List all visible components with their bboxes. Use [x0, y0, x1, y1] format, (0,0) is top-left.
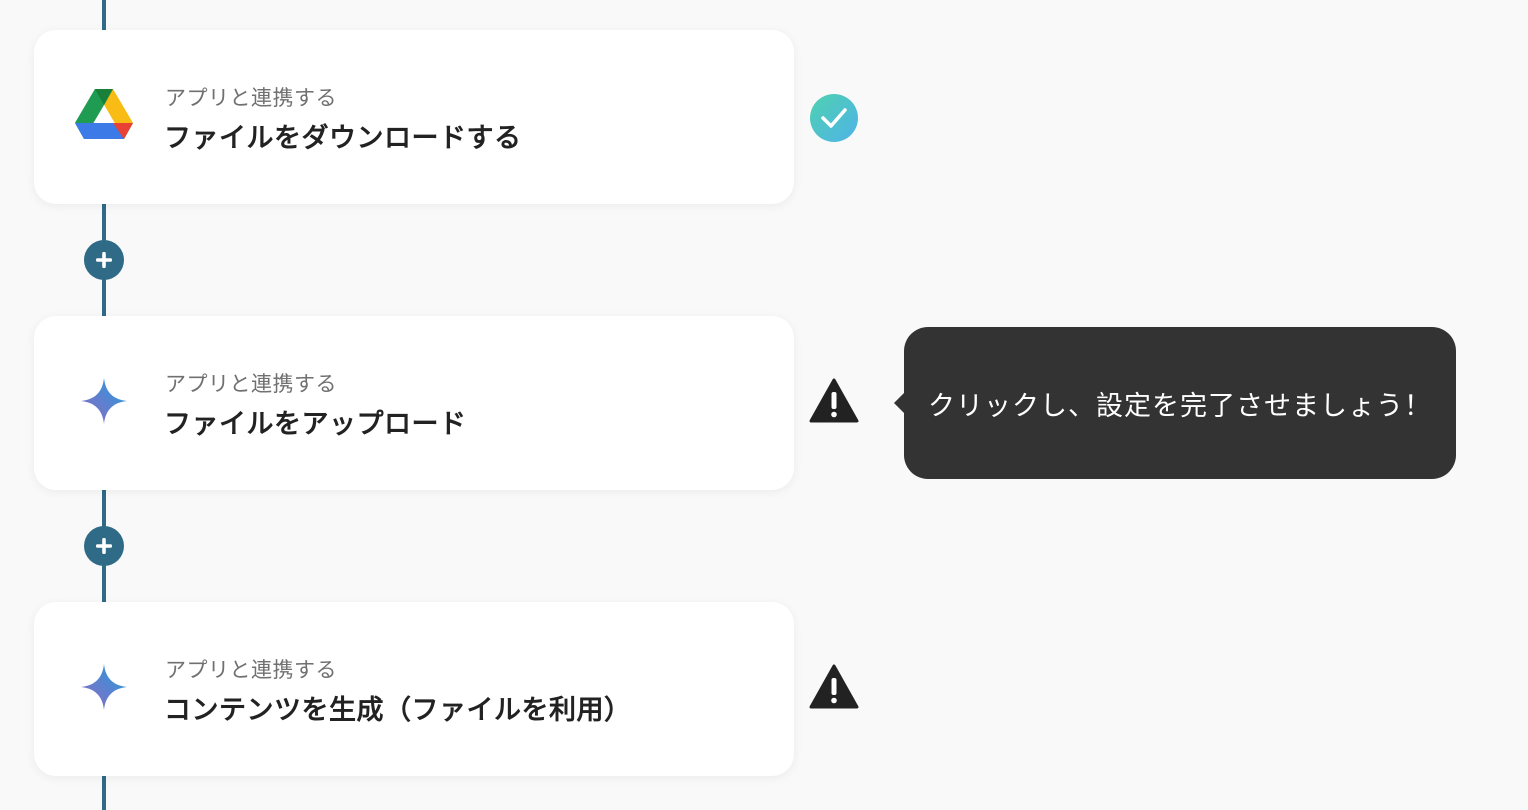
tooltip-text: クリックし、設定を完了させましょう！ [928, 390, 1432, 422]
step-card-upload-file[interactable]: アプリと連携する ファイルをアップロード [34, 316, 794, 490]
step-card-download-file[interactable]: アプリと連携する ファイルをダウンロードする [34, 30, 794, 204]
setup-tooltip: クリックし、設定を完了させましょう！ [894, 327, 1456, 479]
step-subtitle: アプリと連携する [165, 372, 337, 396]
step-subtitle: アプリと連携する [165, 658, 337, 682]
google-drive-icon [74, 85, 134, 145]
step-title: ファイルをダウンロードする [164, 123, 522, 154]
add-step-button[interactable] [84, 240, 124, 280]
add-step-button[interactable] [84, 526, 124, 566]
step-title: ファイルをアップロード [164, 409, 467, 440]
check-circle-icon [809, 93, 859, 143]
gemini-sparkle-icon [74, 371, 134, 431]
plus-icon [96, 538, 112, 554]
step-subtitle: アプリと連携する [165, 86, 337, 110]
flow-canvas: アプリと連携する ファイルをダウンロードする アプリと連携する ファイルをアップ… [0, 0, 1528, 810]
step-title: コンテンツを生成（ファイルを利用） [164, 695, 632, 726]
warning-triangle-icon [809, 662, 859, 712]
plus-icon [96, 252, 112, 268]
step-card-generate-content[interactable]: アプリと連携する コンテンツを生成（ファイルを利用） [34, 602, 794, 776]
warning-triangle-icon [809, 376, 859, 426]
gemini-sparkle-icon [74, 657, 134, 717]
